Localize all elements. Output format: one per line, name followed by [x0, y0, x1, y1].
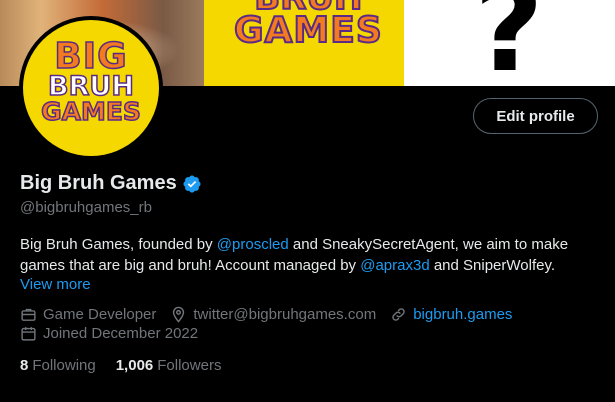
bio-mention-aprax3d[interactable]: @aprax3d [360, 257, 429, 274]
edit-profile-button[interactable]: Edit profile [473, 98, 598, 134]
bio-text-3: and SniperWolfey. [429, 257, 556, 274]
avatar-logo-line1: BIG [54, 36, 128, 77]
meta-category-text: Game Developer [43, 306, 157, 323]
website-link[interactable]: bigbruh.games [413, 306, 512, 323]
avatar-logo-line3: GAMES [40, 96, 141, 126]
profile-name: Big Bruh Games [20, 172, 177, 194]
avatar-image: BIG BRUH GAMES [23, 20, 159, 156]
bio-mention-proscled[interactable]: @proscled [217, 236, 289, 253]
profile-joined-row: Joined December 2022 [20, 325, 212, 342]
follow-stats: 8 Following 1,006 Followers [20, 357, 241, 374]
following-stat[interactable]: 8 Following [20, 357, 96, 374]
question-mark-glyph: ? [474, 0, 544, 86]
meta-joined: Joined December 2022 [20, 325, 198, 342]
meta-location-text: twitter@bigbruhgames.com [193, 306, 377, 323]
profile-handle: @bigbruhgames_rb [20, 199, 152, 216]
profile-name-row: Big Bruh Games [20, 172, 202, 195]
profile-meta-row: Game Developer twitter@bigbruhgames.com … [20, 306, 526, 323]
followers-label: Followers [157, 357, 222, 374]
following-count: 8 [20, 357, 29, 374]
meta-location: twitter@bigbruhgames.com [170, 306, 376, 323]
view-more-link[interactable]: View more [20, 276, 91, 293]
location-pin-icon [173, 306, 185, 323]
banner-image-question: ? [404, 0, 615, 86]
profile-bio: Big Bruh Games, founded by @proscled and… [20, 234, 605, 276]
avatar-logo-line2: BRUH [47, 71, 134, 103]
banner-image-logo: BRUH GAMES [204, 0, 404, 86]
meta-joined-text: Joined December 2022 [43, 325, 199, 342]
calendar-icon [21, 327, 36, 341]
briefcase-icon [21, 308, 36, 321]
meta-category: Game Developer [20, 306, 156, 323]
link-icon [392, 308, 405, 321]
meta-website: bigbruh.games [390, 306, 512, 323]
bio-text-1: Big Bruh Games, founded by [20, 236, 217, 253]
avatar[interactable]: BIG BRUH GAMES [19, 16, 163, 160]
followers-stat[interactable]: 1,006 Followers [116, 357, 222, 374]
verified-badge-icon[interactable] [182, 174, 202, 194]
followers-count: 1,006 [115, 357, 154, 374]
following-label: Following [32, 357, 96, 374]
banner-logo-line2: GAMES [233, 10, 383, 52]
